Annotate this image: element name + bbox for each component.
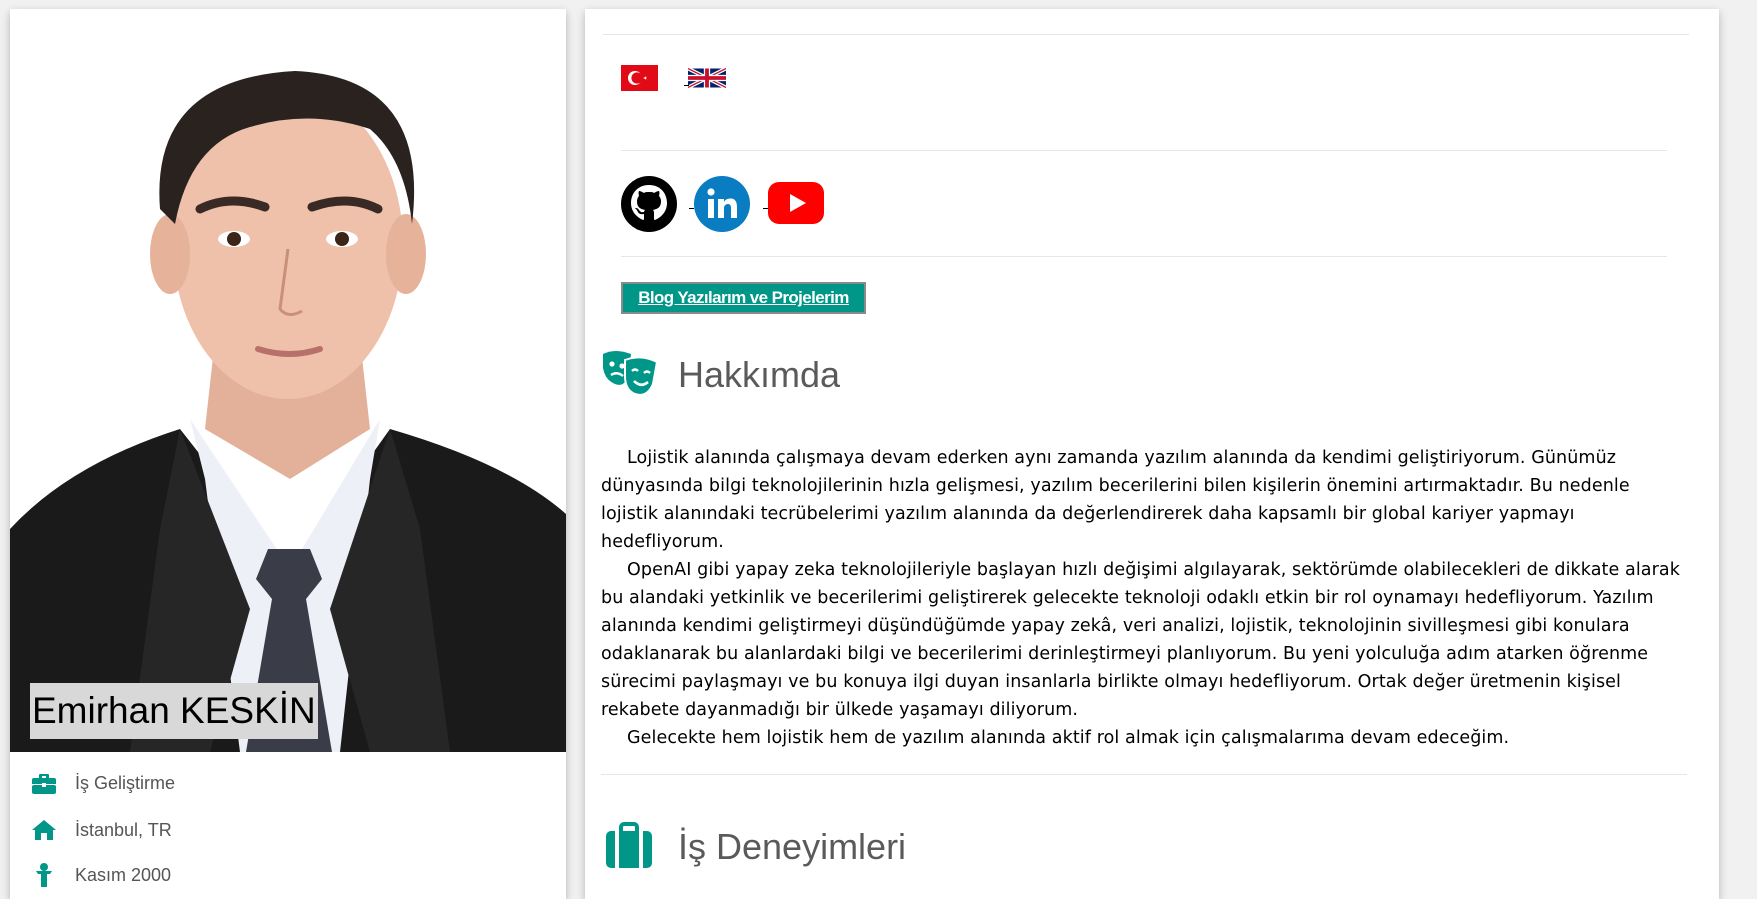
divider — [621, 150, 1667, 151]
language-tr-link[interactable] — [621, 65, 658, 95]
github-link[interactable] — [621, 176, 677, 236]
info-location-text: İstanbul, TR — [75, 819, 172, 840]
blog-projects-button[interactable]: Blog Yazılarım ve Projelerim — [621, 282, 866, 314]
info-job-text: İş Geliştirme — [75, 772, 176, 793]
about-paragraph: Gelecekte hem lojistik hem de yazılım al… — [627, 728, 1510, 748]
youtube-link[interactable] — [768, 182, 824, 228]
experience-title: İş Deneyimleri — [678, 826, 907, 867]
link-underline — [684, 85, 689, 86]
profile-photo — [10, 9, 566, 752]
youtube-icon — [768, 182, 824, 224]
clipboard-icon — [606, 822, 652, 872]
info-row-location: İstanbul, TR — [30, 815, 172, 845]
divider — [621, 256, 1667, 257]
github-icon — [621, 176, 677, 232]
home-icon — [30, 816, 58, 844]
linkedin-icon — [694, 176, 750, 232]
turkey-flag-icon — [621, 65, 658, 91]
info-row-birth: Kasım 2000 — [30, 860, 171, 890]
theater-masks-icon — [601, 350, 659, 402]
about-title: Hakkımda — [678, 354, 841, 395]
person-icon — [30, 861, 58, 889]
about-text: Lojistik alanında çalışmaya devam ederke… — [601, 444, 1681, 752]
info-row-job: İş Geliştirme — [30, 768, 175, 798]
profile-name: Emirhan KESKİN — [30, 683, 318, 739]
language-en-link[interactable] — [687, 66, 727, 92]
divider — [601, 774, 1687, 775]
about-paragraph: Lojistik alanında çalışmaya devam ederke… — [601, 448, 1630, 552]
linkedin-link[interactable] — [694, 176, 750, 236]
divider — [603, 34, 1689, 35]
uk-flag-icon — [687, 66, 727, 90]
about-paragraph: OpenAI gibi yapay zeka teknolojileriyle … — [601, 560, 1680, 720]
info-birth-text: Kasım 2000 — [75, 864, 172, 885]
briefcase-icon — [30, 769, 58, 797]
profile-card: Emirhan KESKİN İş Geliştirme İstanbul, T… — [10, 9, 566, 899]
